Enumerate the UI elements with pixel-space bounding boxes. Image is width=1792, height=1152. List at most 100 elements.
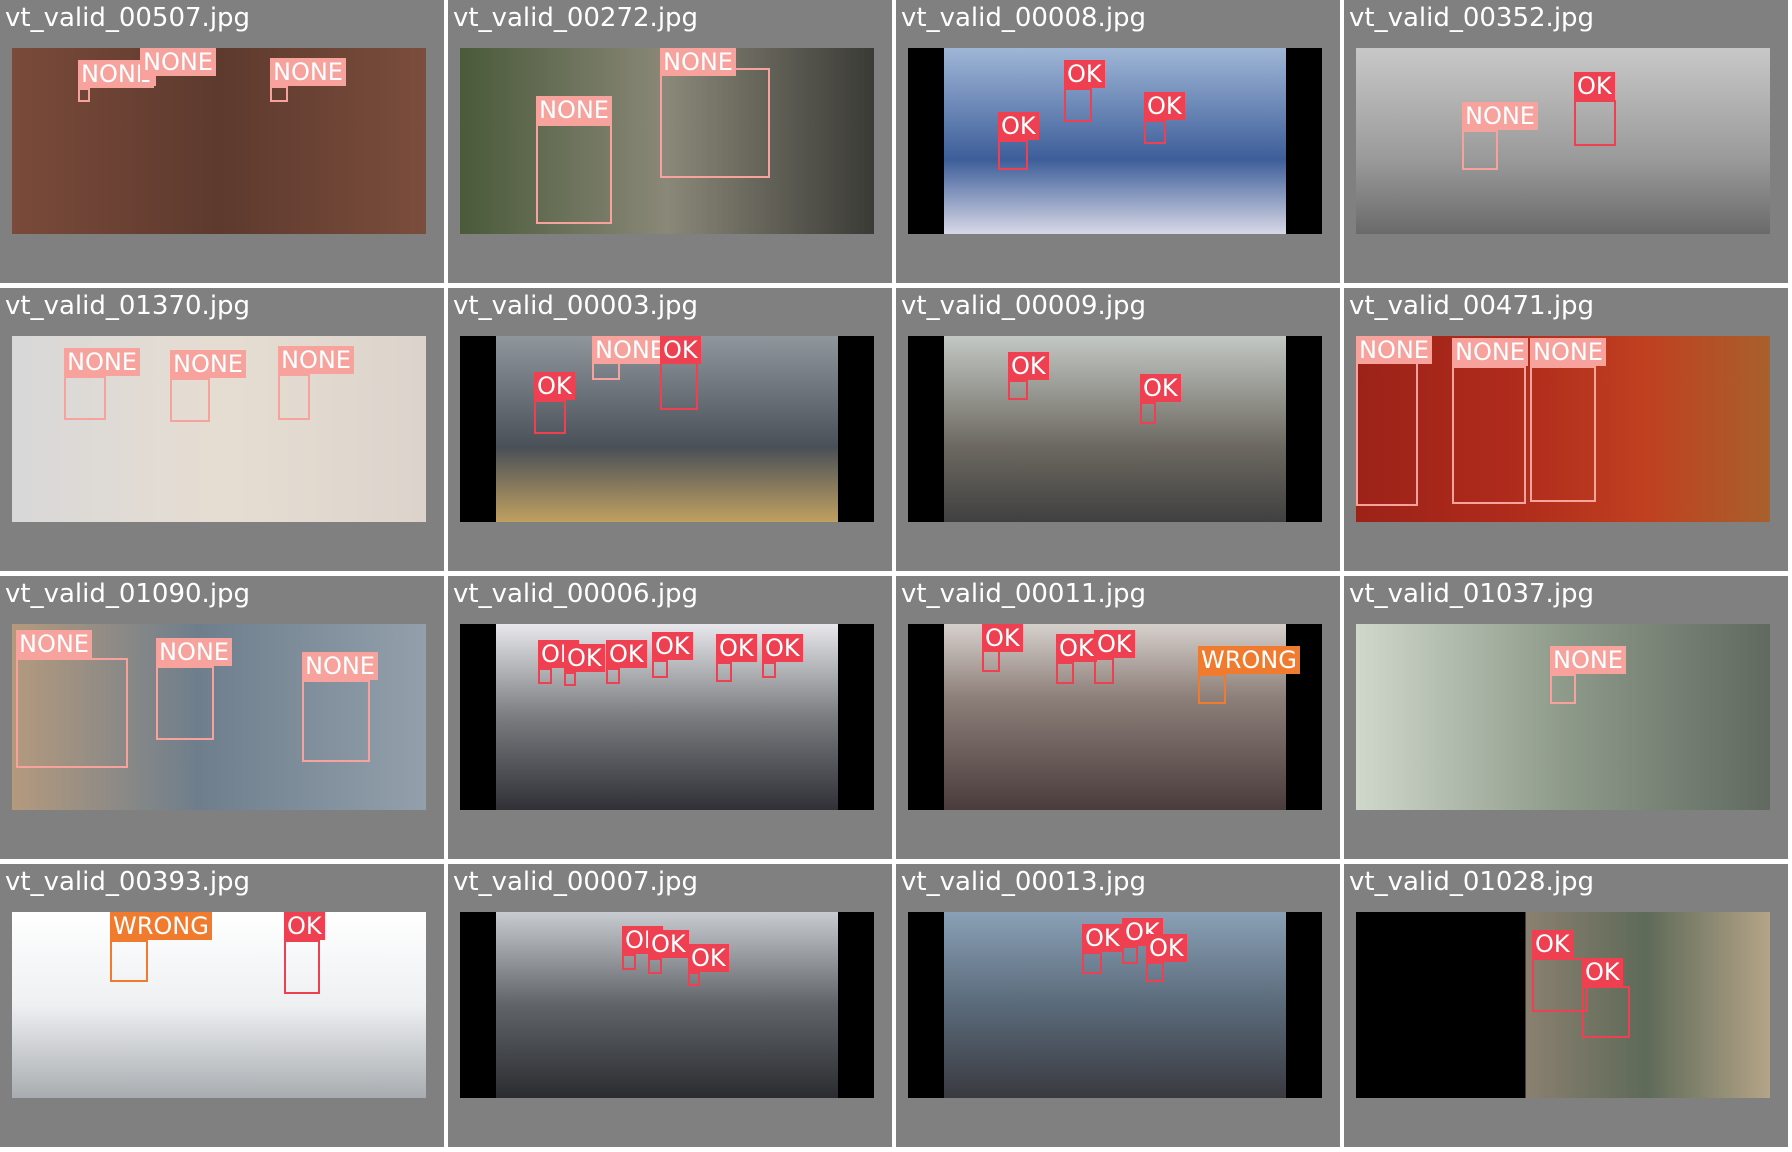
- result-cell[interactable]: vt_valid_00008.jpg OK OK OK: [896, 0, 1340, 283]
- detection-label: OK: [716, 634, 757, 662]
- image-filename: vt_valid_00008.jpg: [901, 3, 1147, 33]
- face-bounding-box: [998, 140, 1028, 170]
- result-cell[interactable]: vt_valid_00007.jpg OK OK OK: [448, 864, 892, 1147]
- detection-label: OK: [1146, 934, 1187, 962]
- letterbox-left: [908, 48, 944, 234]
- face-bounding-box: [78, 88, 90, 102]
- detection-label: OK: [1574, 72, 1615, 100]
- detection-label: OK: [660, 336, 701, 364]
- face-bounding-box: [278, 374, 310, 420]
- detection-label: OK: [606, 640, 647, 668]
- result-image: NONE NONE NONE: [12, 624, 426, 810]
- detection-label: OK: [1064, 60, 1105, 88]
- face-bounding-box: [1574, 100, 1616, 146]
- face-bounding-box: [1532, 958, 1588, 1012]
- face-bounding-box: [284, 940, 320, 994]
- result-image: NONE OK OK: [460, 336, 874, 522]
- result-cell[interactable]: vt_valid_00471.jpg NONE NONE NONE: [1344, 288, 1788, 571]
- face-bounding-box: [1122, 946, 1138, 964]
- detection-label: OK: [1056, 634, 1097, 662]
- detection-label: OK: [762, 634, 803, 662]
- result-cell[interactable]: vt_valid_00011.jpg OK OK OK WRONG: [896, 576, 1340, 859]
- detection-label: OK: [648, 930, 689, 958]
- face-bounding-box: [170, 378, 210, 422]
- detection-label: NONE: [140, 48, 216, 76]
- result-image: NONE NONE NONE: [12, 336, 426, 522]
- face-bounding-box: [1082, 952, 1102, 974]
- face-bounding-box: [302, 680, 370, 762]
- letterbox-right: [1286, 336, 1322, 522]
- image-filename: vt_valid_00006.jpg: [453, 579, 699, 609]
- result-cell[interactable]: vt_valid_01090.jpg NONE NONE NONE: [0, 576, 444, 859]
- detection-label: NONE: [1550, 646, 1626, 674]
- result-cell[interactable]: vt_valid_00507.jpg NONE NONE NONE: [0, 0, 444, 283]
- result-cell[interactable]: vt_valid_00272.jpg NONE NONE: [448, 0, 892, 283]
- detection-label: OK: [1094, 630, 1135, 658]
- face-bounding-box: [270, 86, 288, 102]
- image-filename: vt_valid_00352.jpg: [1349, 3, 1595, 33]
- detection-label: OK: [1144, 92, 1185, 120]
- result-image: OK OK OK: [908, 48, 1322, 234]
- result-image: NONE NONE NONE: [1356, 336, 1770, 522]
- result-image: NONE NONE NONE: [12, 48, 426, 234]
- letterbox-left: [460, 336, 496, 522]
- image-filename: vt_valid_00007.jpg: [453, 867, 699, 897]
- letterbox-right: [1286, 912, 1322, 1098]
- result-cell[interactable]: vt_valid_01370.jpg NONE NONE NONE: [0, 288, 444, 571]
- result-cell[interactable]: vt_valid_01028.jpg OK OK: [1344, 864, 1788, 1147]
- result-cell[interactable]: vt_valid_00006.jpg OK OK OK OK OK OK: [448, 576, 892, 859]
- detection-label: NONE: [270, 58, 346, 86]
- detection-label: OK: [284, 912, 325, 940]
- letterbox-left: [908, 624, 944, 810]
- detection-label: OK: [1140, 374, 1181, 402]
- face-bounding-box: [622, 954, 636, 970]
- result-cell[interactable]: vt_valid_01037.jpg NONE: [1344, 576, 1788, 859]
- image-filename: vt_valid_00272.jpg: [453, 3, 699, 33]
- face-bounding-box: [1064, 88, 1092, 122]
- detection-label: NONE: [156, 638, 232, 666]
- face-bounding-box: [1550, 674, 1576, 704]
- detection-label: OK: [534, 372, 575, 400]
- detection-label: NONE: [278, 346, 354, 374]
- face-bounding-box: [688, 972, 700, 986]
- detection-label: NONE: [1452, 338, 1528, 366]
- image-filename: vt_valid_00009.jpg: [901, 291, 1147, 321]
- result-cell[interactable]: vt_valid_00393.jpg WRONG OK: [0, 864, 444, 1147]
- detection-label: OK: [982, 624, 1023, 652]
- image-filename: vt_valid_01090.jpg: [5, 579, 251, 609]
- letterbox-right: [1286, 48, 1322, 234]
- image-filename: vt_valid_01028.jpg: [1349, 867, 1595, 897]
- letterbox-left: [908, 912, 944, 1098]
- face-bounding-box: [1056, 662, 1074, 684]
- letterbox-left: [460, 912, 496, 1098]
- result-cell[interactable]: vt_valid_00003.jpg NONE OK OK: [448, 288, 892, 571]
- face-bounding-box: [534, 400, 566, 434]
- face-bounding-box: [538, 668, 552, 684]
- detection-label: OK: [998, 112, 1039, 140]
- image-filename: vt_valid_00507.jpg: [5, 3, 251, 33]
- face-bounding-box: [156, 666, 214, 740]
- face-bounding-box: [716, 662, 732, 682]
- detection-label: NONE: [16, 630, 92, 658]
- result-image: NONE NONE: [460, 48, 874, 234]
- face-bounding-box: [1356, 362, 1418, 506]
- detection-label: OK: [652, 632, 693, 660]
- detection-label: OK: [1532, 930, 1573, 958]
- face-bounding-box: [1452, 366, 1526, 504]
- face-bounding-box: [1582, 986, 1630, 1038]
- result-cell[interactable]: vt_valid_00013.jpg OK OK OK: [896, 864, 1340, 1147]
- face-bounding-box: [1198, 674, 1226, 704]
- detection-label: OK: [1582, 958, 1623, 986]
- detection-label: NONE: [536, 96, 612, 124]
- result-cell[interactable]: vt_valid_00009.jpg OK OK: [896, 288, 1340, 571]
- detection-results-grid: vt_valid_00507.jpg NONE NONE NONE vt_valid_0…: [0, 0, 1792, 1152]
- detection-label: NONE: [1530, 338, 1606, 366]
- face-bounding-box: [1530, 366, 1596, 502]
- face-bounding-box: [110, 940, 148, 982]
- result-cell[interactable]: vt_valid_00352.jpg OK NONE: [1344, 0, 1788, 283]
- face-bounding-box: [64, 376, 106, 420]
- image-filename: vt_valid_00471.jpg: [1349, 291, 1595, 321]
- face-bounding-box: [1094, 658, 1114, 684]
- face-bounding-box: [1008, 380, 1028, 400]
- face-bounding-box: [16, 658, 128, 768]
